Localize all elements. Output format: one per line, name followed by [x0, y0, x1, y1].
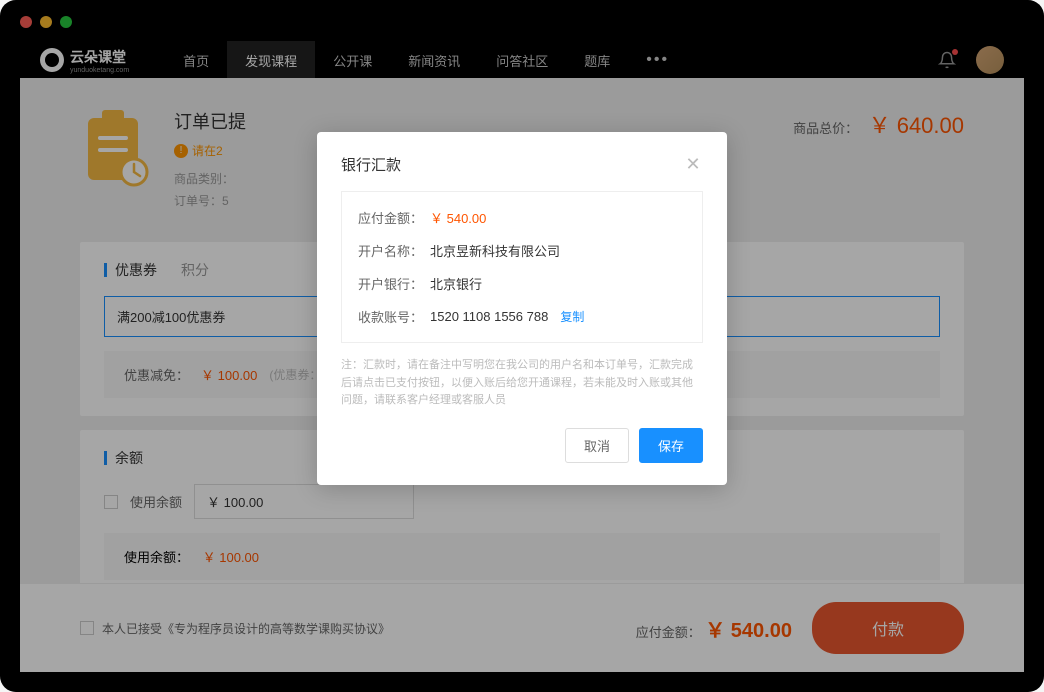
modal-bank-label: 开户银行：	[358, 274, 430, 293]
modal-note: 注：汇款时，请在备注中写明您在我公司的用户名和本订单号，汇款完成后请点击已支付按…	[341, 357, 703, 410]
modal-account-name-label: 开户名称：	[358, 241, 430, 260]
copy-button[interactable]: 复制	[560, 308, 584, 325]
modal-account-name-value: 北京昱新科技有限公司	[430, 241, 560, 260]
modal-overlay[interactable]: 银行汇款 ✕ 应付金额： ￥ 540.00 开户名称： 北京昱新科技有限公司 开…	[0, 0, 1044, 692]
modal-account-num-label: 收款账号：	[358, 307, 430, 326]
bank-transfer-modal: 银行汇款 ✕ 应付金额： ￥ 540.00 开户名称： 北京昱新科技有限公司 开…	[317, 132, 727, 485]
close-icon[interactable]: ✕	[683, 155, 703, 175]
save-button[interactable]: 保存	[639, 428, 703, 463]
modal-amount-value: ￥ 540.00	[430, 208, 486, 227]
modal-amount-label: 应付金额：	[358, 208, 430, 227]
modal-account-num-value: 1520 1108 1556 788	[430, 309, 548, 324]
modal-bank-value: 北京银行	[430, 274, 482, 293]
modal-title: 银行汇款	[341, 154, 401, 175]
cancel-button[interactable]: 取消	[565, 428, 629, 463]
